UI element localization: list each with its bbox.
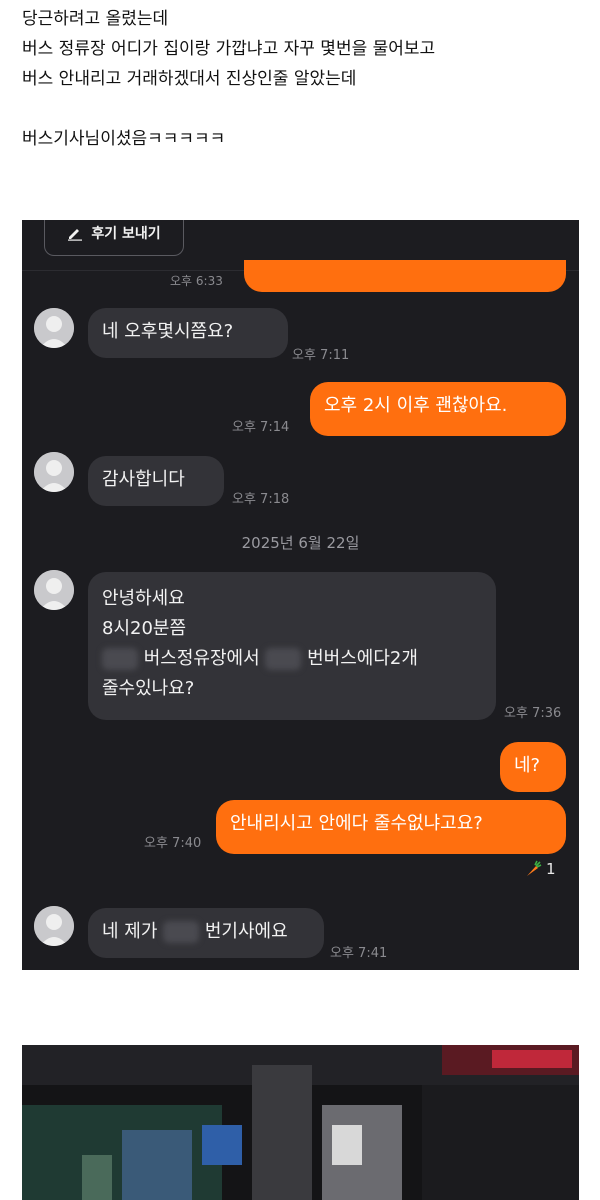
- redacted-blur: [265, 648, 302, 670]
- post-line: 버스 정류장 어디가 집이랑 가깝냐고 자꾸 몇번을 물어보고: [22, 39, 436, 59]
- message-line: 버스정유장에서 번버스에다2개: [102, 644, 482, 674]
- message-bubble-outgoing[interactable]: 안내리시고 안에다 줄수없냐고요?: [216, 800, 566, 854]
- post-line: 버스기사님이셨음ㅋㅋㅋㅋㅋ: [22, 129, 226, 149]
- message-bubble-outgoing[interactable]: 네?: [500, 742, 566, 792]
- message-time: 오후 7:40: [144, 836, 202, 851]
- avatar[interactable]: [34, 570, 74, 610]
- message-bubble-incoming[interactable]: 네 오후몇시쯤요?: [88, 308, 288, 358]
- message-bubble-outgoing[interactable]: 오후 2시 이후 괜찮아요.: [310, 382, 566, 436]
- message-text: 네 제가: [102, 921, 158, 942]
- message-time: 오후 6:33: [170, 274, 223, 288]
- avatar[interactable]: [34, 452, 74, 492]
- post-body: 당근하려고 올렸는데 버스 정류장 어디가 집이랑 가깝냐고 자꾸 몇번을 물어…: [22, 4, 582, 154]
- post-line: 당근하려고 올렸는데: [22, 9, 169, 29]
- message-time: 오후 7:18: [232, 492, 290, 507]
- message-time: 오후 7:14: [232, 420, 290, 435]
- reaction-badge[interactable]: 1: [524, 860, 556, 878]
- message-bubble-incoming[interactable]: 네 제가 번기사에요: [88, 908, 324, 958]
- date-separator: 2025년 6월 22일: [241, 534, 360, 552]
- message-time: 오후 7:41: [330, 946, 388, 961]
- message-text: 번기사에요: [204, 921, 288, 942]
- avatar[interactable]: [34, 308, 74, 348]
- post-line: 버스 안내리고 거래하겠대서 진상인줄 알았는데: [22, 69, 357, 89]
- carrot-icon: [524, 860, 542, 878]
- reaction-count: 1: [546, 860, 556, 878]
- avatar[interactable]: [34, 906, 74, 946]
- message-bubble-incoming-multiline[interactable]: 안녕하세요 8시20분쯤 버스정유장에서 번버스에다2개 줄수있나요?: [88, 572, 496, 720]
- message-bubble-outgoing-partial: [244, 260, 566, 292]
- message-time: 오후 7:36: [504, 706, 562, 721]
- message-line: 8시20분쯤: [102, 618, 187, 639]
- redacted-blur: [102, 648, 138, 670]
- message-text: 버스정유장에서: [143, 648, 260, 669]
- message-line: 줄수있나요?: [102, 678, 195, 699]
- chat-screenshot: 후기 보내기 오후 6:33 네 오후몇시쯤요? 오후 7:11 오후 2시 이…: [22, 220, 579, 970]
- send-review-button[interactable]: 후기 보내기: [44, 220, 184, 256]
- redacted-blur: [163, 921, 200, 943]
- bus-interior-photo: [22, 1045, 579, 1200]
- message-line: 안녕하세요: [102, 588, 185, 609]
- message-time: 오후 7:11: [292, 348, 350, 363]
- post-blank-line: [22, 94, 582, 124]
- pencil-icon: [67, 225, 83, 241]
- message-bubble-incoming[interactable]: 감사합니다: [88, 456, 224, 506]
- send-review-label: 후기 보내기: [91, 226, 161, 242]
- message-text: 번버스에다2개: [307, 648, 418, 669]
